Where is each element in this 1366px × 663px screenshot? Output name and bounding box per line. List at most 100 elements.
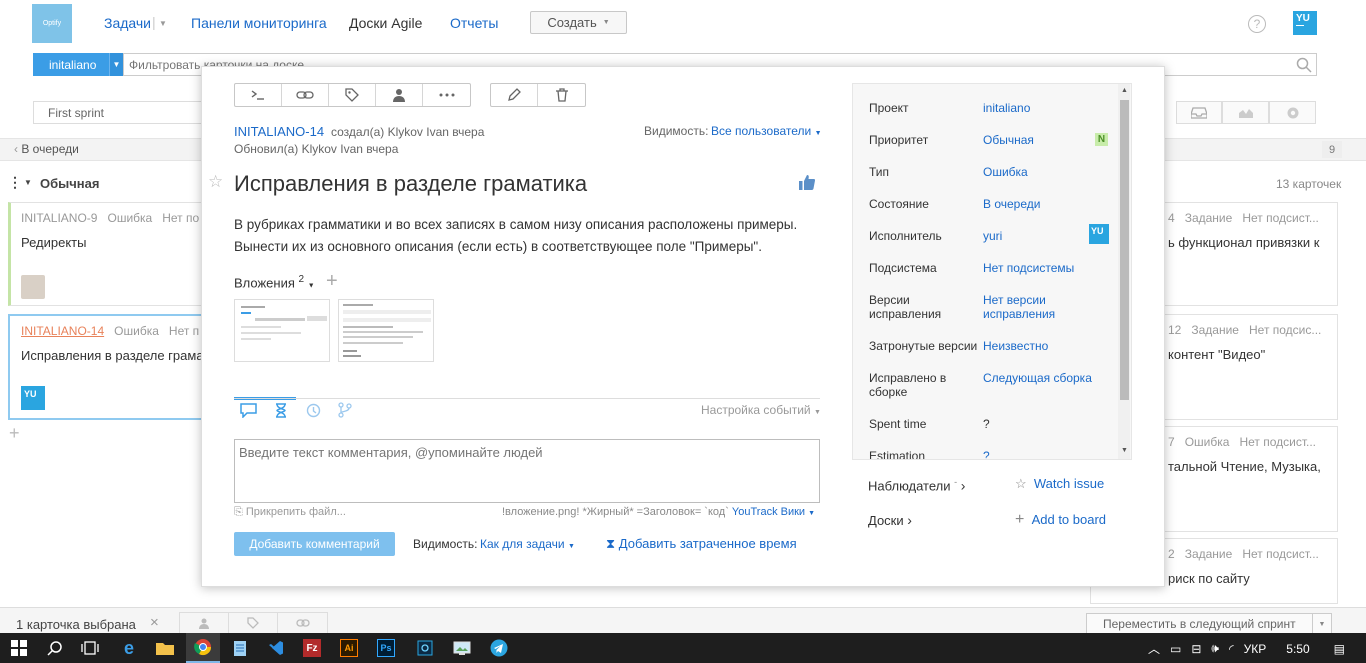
issue-summary[interactable]: Исправления в разделе граматика (234, 171, 587, 197)
app-logo[interactable]: Optify (32, 4, 72, 43)
dev-tool-icon[interactable] (414, 638, 436, 658)
gear-icon[interactable] (1269, 101, 1316, 124)
issue-id-link[interactable]: INITALIANO-14 (234, 124, 324, 139)
notepad-icon[interactable] (229, 638, 251, 658)
windows-start-icon[interactable] (8, 638, 30, 658)
trash-icon[interactable] (538, 84, 585, 106)
comments-tab-icon[interactable] (240, 403, 257, 418)
add-to-board-link[interactable]: + Add to board (1015, 511, 1106, 529)
link-icon[interactable] (282, 84, 329, 106)
command-icon[interactable] (235, 84, 282, 106)
issue-fields-panel: Проект initaliano Приоритет Обычная N Тип Ош… (852, 83, 1132, 460)
card-id: INITALIANO-9 (21, 211, 98, 225)
add-spent-time-link[interactable]: ⧗ Добавить затраченное время (606, 536, 797, 552)
nav-dashboards[interactable]: Панели мониторинга (191, 15, 327, 31)
board-card[interactable]: INITALIANO-9 Ошибка Нет по Редиректы (8, 202, 208, 306)
attachment-thumbnail[interactable] (234, 299, 330, 362)
user-icon[interactable] (376, 84, 423, 106)
selection-toolbar (179, 612, 328, 634)
language-indicator[interactable]: УКР (1244, 642, 1267, 656)
history-tab-icon[interactable] (306, 403, 321, 418)
move-to-next-sprint-button[interactable]: Переместить в следующий спринт (1086, 613, 1332, 635)
edit-toolbar (490, 83, 586, 107)
event-settings-link[interactable]: Настройка событий ▼ (701, 403, 821, 417)
search-icon[interactable] (44, 638, 66, 658)
inbox-icon[interactable] (1176, 101, 1222, 124)
updated-by: Обновил(а) Klykov Ivan вчера (234, 142, 399, 156)
nav-reports[interactable]: Отчеты (450, 15, 498, 31)
user-avatar[interactable]: YU (1293, 11, 1317, 35)
card-type: Ошибка (1184, 435, 1230, 449)
chevron-right-icon: › (960, 477, 966, 494)
filezilla-icon[interactable]: Fz (303, 639, 321, 657)
comment-input[interactable] (234, 439, 820, 503)
wifi-icon[interactable]: ◜ (1229, 642, 1234, 656)
tag-icon[interactable] (229, 613, 278, 633)
card-type: Задание (1184, 211, 1233, 225)
edge-browser-icon[interactable]: e (118, 638, 140, 658)
swimlane-title: Обычная (40, 176, 100, 191)
card-type: Задание (1184, 547, 1233, 561)
help-icon[interactable]: ? (1248, 15, 1266, 33)
boards-section[interactable]: Доски › (868, 512, 912, 528)
volume-icon[interactable]: 🕪 (1211, 641, 1219, 656)
watch-issue-link[interactable]: ☆ Watch issue (1015, 476, 1104, 492)
chevron-down-icon: ▼ (567, 543, 575, 550)
chart-icon[interactable] (1222, 101, 1269, 124)
vcs-tab-icon[interactable] (338, 402, 352, 418)
illustrator-icon[interactable]: Ai (340, 639, 358, 657)
chevron-down-icon[interactable]: ▼ (1312, 613, 1332, 635)
network-icon[interactable]: ⊟ (1191, 642, 1201, 656)
tag-icon[interactable] (329, 84, 376, 106)
card-id: 2 (1168, 547, 1175, 561)
nav-agile-boards[interactable]: Доски Agile (349, 15, 422, 31)
photoshop-icon[interactable]: Ps (377, 639, 395, 657)
star-icon[interactable]: ☆ (208, 172, 223, 192)
add-card-icon[interactable]: + (9, 423, 20, 444)
visibility-selector[interactable]: Все пользователи ▼ (711, 124, 822, 138)
add-comment-button[interactable]: Добавить комментарий (234, 532, 395, 556)
vscode-icon[interactable] (265, 638, 287, 658)
thumbs-up-icon[interactable] (799, 175, 815, 190)
scroll-down-icon[interactable]: ▼ (1121, 447, 1128, 454)
clock[interactable]: 5:50 (1286, 642, 1309, 656)
link-icon[interactable] (278, 613, 327, 633)
scroll-up-icon[interactable]: ▲ (1121, 87, 1128, 94)
issue-modal: INITALIANO-14 создал(а) Klykov Ivan вчер… (201, 66, 1165, 587)
project-selector[interactable]: initaliano ▼ (33, 53, 123, 76)
scrollbar-thumb[interactable] (1120, 100, 1129, 400)
power-icon[interactable]: ▭ (1170, 642, 1181, 656)
card-type: Ошибка (114, 324, 159, 338)
hourglass-tab-icon[interactable] (274, 403, 288, 418)
notifications-icon[interactable]: ▤ (1334, 642, 1345, 656)
file-explorer-icon[interactable] (154, 638, 176, 658)
caret-down-icon[interactable]: ▼ (24, 178, 32, 187)
chevron-down-icon[interactable]: ▼ (159, 19, 167, 28)
telegram-icon[interactable] (488, 638, 510, 658)
dash-icon: - (954, 477, 958, 487)
board-card-selected[interactable]: INITALIANO-14 Ошибка Нет п Исправления в… (8, 314, 208, 420)
add-attachment-icon[interactable]: + (326, 270, 338, 293)
more-vertical-icon[interactable]: ⋮ (8, 174, 22, 191)
comment-visibility-selector[interactable]: Как для задачи ▼ (480, 537, 575, 551)
chrome-icon[interactable] (186, 633, 220, 663)
edit-pencil-icon[interactable] (491, 84, 538, 106)
card-id[interactable]: INITALIANO-14 (21, 324, 104, 338)
search-icon[interactable] (1296, 57, 1312, 73)
more-icon[interactable] (423, 84, 470, 106)
wiki-link[interactable]: YouTrack Вики (732, 506, 805, 518)
issue-description: В рубриках грамматики и во всех записях … (234, 217, 798, 254)
nav-issues[interactable]: Задачи (104, 15, 151, 31)
chevron-up-icon[interactable]: ︿ (1148, 640, 1160, 657)
watchers-section[interactable]: Наблюдатели - › (868, 477, 965, 493)
close-icon[interactable]: × (150, 614, 159, 631)
task-view-icon[interactable] (79, 638, 101, 658)
sprint-selector[interactable]: First sprint (33, 101, 211, 124)
create-button[interactable]: Создать ▼ (530, 11, 627, 34)
attachment-thumbnail[interactable] (338, 299, 434, 362)
image-viewer-icon[interactable] (451, 638, 473, 658)
user-icon[interactable] (180, 613, 229, 633)
attachments-toggle[interactable]: Вложения 2 ▼ (234, 274, 315, 290)
column-header[interactable]: ‹ В очереди (14, 142, 79, 156)
attach-file-link[interactable]: ⎘ Прикрепить файл... (234, 506, 346, 519)
